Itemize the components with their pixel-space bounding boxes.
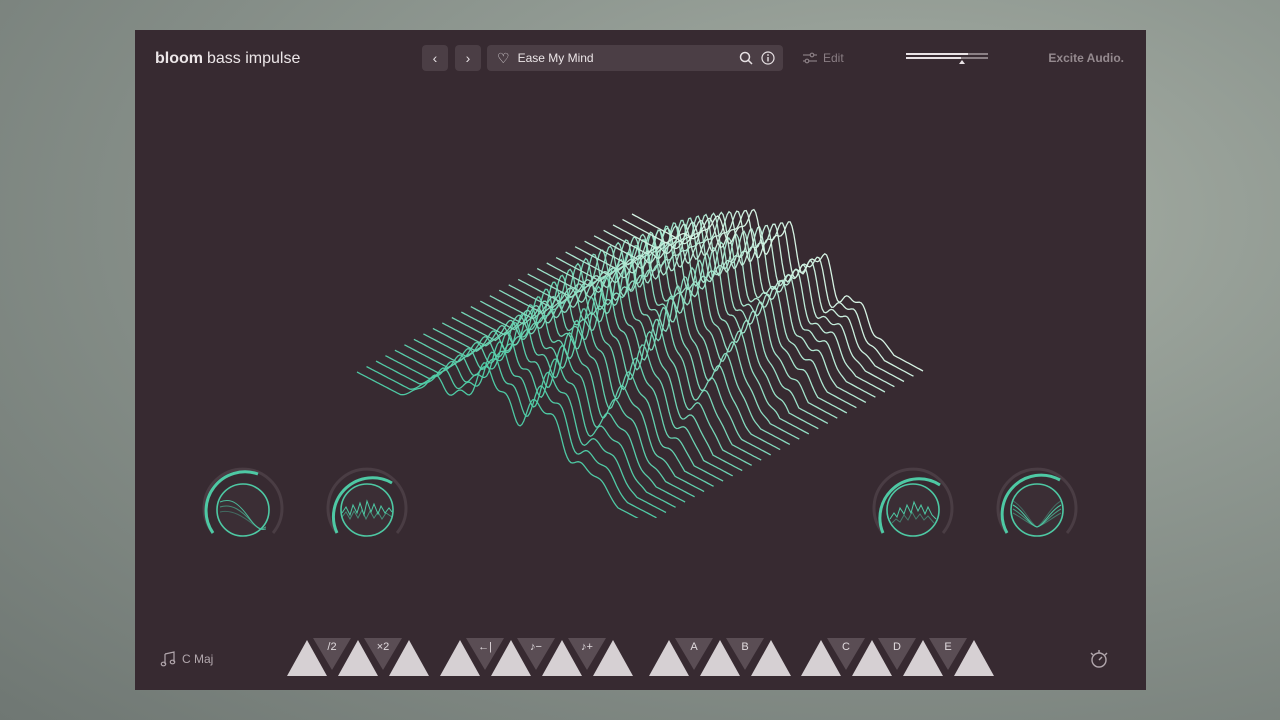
waveform-slice <box>612 210 905 383</box>
pad-label-double: ×2 <box>377 641 390 653</box>
waveform-slice <box>442 281 733 477</box>
search-icon[interactable] <box>739 51 753 65</box>
pad-label-note-minus: ♪− <box>530 641 542 653</box>
waveform-slice <box>508 233 800 440</box>
company-logo: Excite Audio. <box>1048 51 1124 65</box>
sliders-icon <box>803 52 817 64</box>
waveform-slice <box>366 351 657 518</box>
knob-4[interactable] <box>994 467 1080 553</box>
edit-label: Edit <box>823 51 844 65</box>
next-preset-button[interactable]: › <box>455 45 481 71</box>
waveform-slice <box>432 288 724 482</box>
pad-label-half: /2 <box>327 641 336 653</box>
waveform-slice <box>498 239 791 445</box>
knob-1[interactable] <box>200 467 286 553</box>
plugin-window: bloom bass impulse ‹ › ♡ Ease My Mind Edi… <box>135 30 1146 690</box>
trigger-pad-row: /2 ×2 ←| ♪− ♪+ A B C D E <box>287 638 994 676</box>
info-icon[interactable] <box>761 51 775 65</box>
pad-label-a: A <box>690 641 698 653</box>
chevron-right-icon: › <box>465 50 471 66</box>
chevron-left-icon: ‹ <box>432 50 438 66</box>
heart-icon[interactable]: ♡ <box>497 50 510 67</box>
waveform-slice <box>470 258 762 461</box>
knob-3[interactable] <box>870 467 956 553</box>
timer-settings-icon[interactable] <box>1088 648 1110 670</box>
waveform-slice <box>461 266 752 466</box>
preset-name: Ease My Mind <box>517 51 594 65</box>
edit-button[interactable]: Edit <box>803 51 844 65</box>
brand-light: bass impulse <box>207 50 301 67</box>
brand-bold: bloom <box>155 50 203 67</box>
pad-label-c: C <box>842 641 850 653</box>
preset-browser[interactable]: ♡ Ease My Mind <box>487 45 783 71</box>
pad-label-e: E <box>944 641 951 653</box>
waveform-3d-display <box>356 208 924 518</box>
pad-label-reverse: ←| <box>478 641 492 653</box>
pad-label-b: B <box>741 641 748 653</box>
bottom-bar: C Maj /2 ×2 ←| ♪− ♪+ A B C D E <box>135 628 1146 690</box>
waveform-slice <box>404 312 695 498</box>
previous-preset-button[interactable]: ‹ <box>422 45 448 71</box>
waveform-slice <box>413 304 705 493</box>
pad-label-d: D <box>893 641 901 653</box>
knob-2[interactable] <box>324 467 410 553</box>
product-title: bloom bass impulse <box>155 50 300 68</box>
pad-label-note-plus: ♪+ <box>581 641 593 653</box>
output-level-meter[interactable] <box>906 52 988 66</box>
top-bar: bloom bass impulse ‹ › ♡ Ease My Mind Edi… <box>135 30 1146 88</box>
